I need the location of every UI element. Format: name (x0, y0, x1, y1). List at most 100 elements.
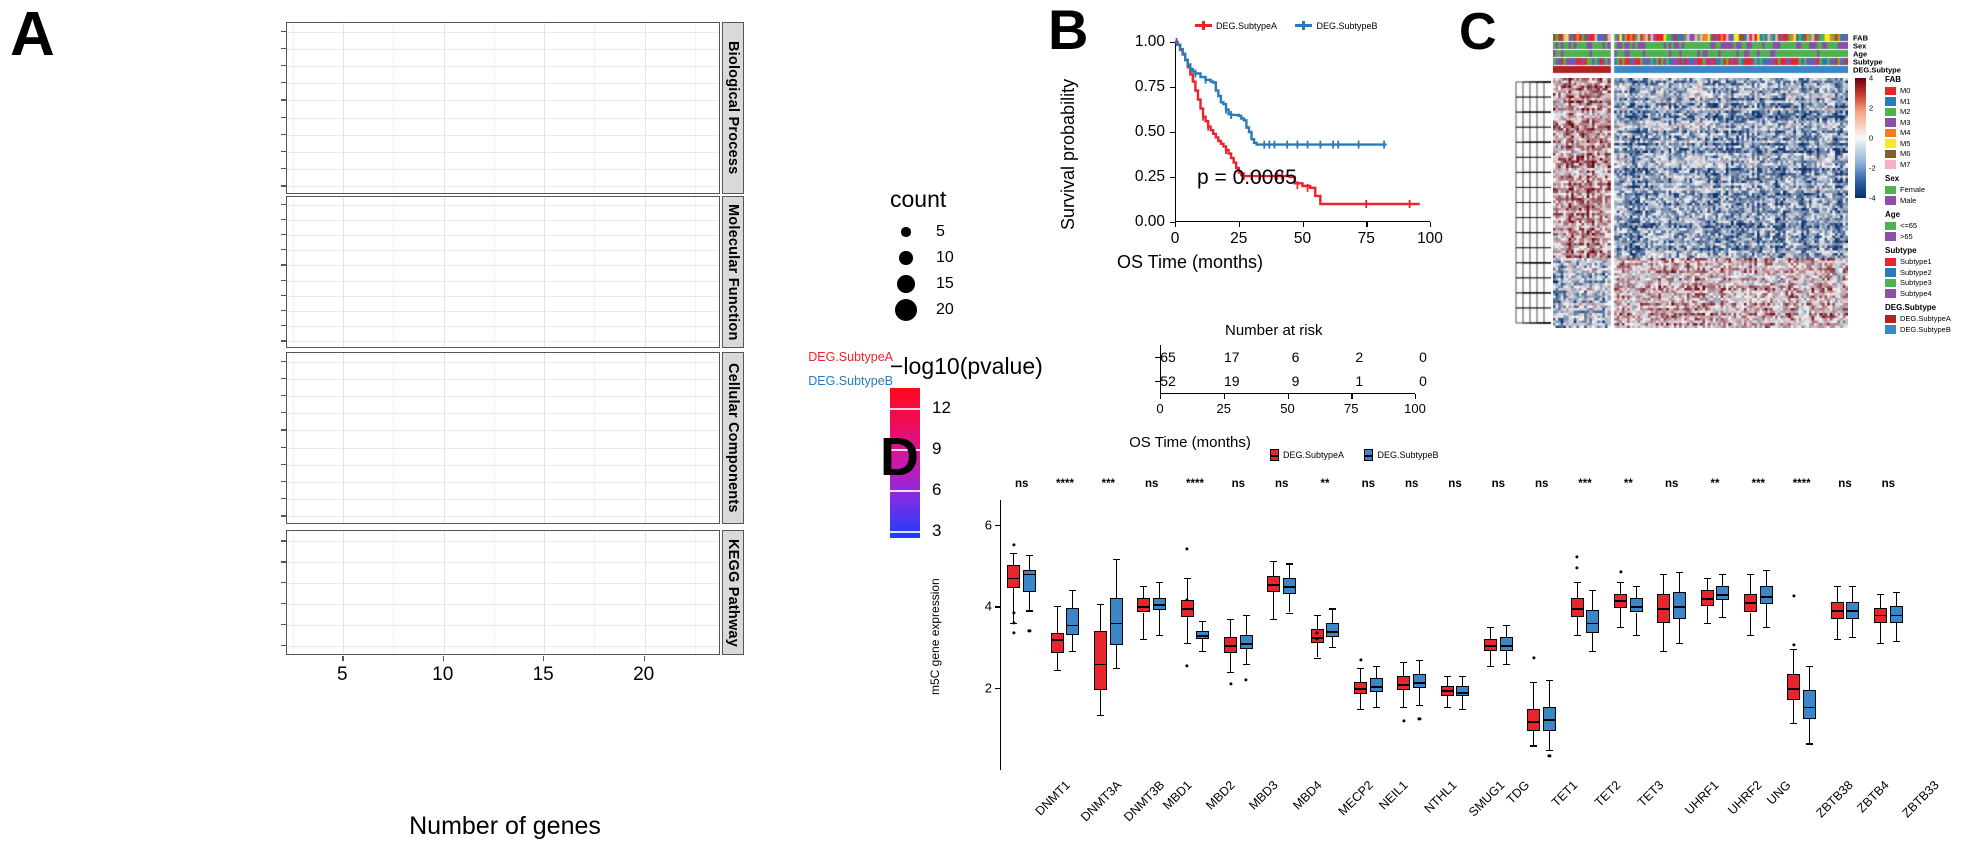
boxplot-median (1787, 688, 1801, 690)
risk-x-tick-label: 0 (1156, 401, 1164, 416)
boxplot-box[interactable] (1759, 585, 1773, 605)
column-annotation-bars (1553, 34, 1848, 74)
boxplot-box[interactable] (1527, 708, 1541, 732)
whisker-upper (1793, 649, 1795, 674)
boxplot-box[interactable] (1397, 675, 1411, 691)
whisker-cap (1313, 614, 1321, 616)
boxplot-box[interactable] (1369, 677, 1383, 693)
km-legend-swatch-a (1195, 21, 1212, 30)
count-legend-label: 10 (936, 249, 954, 266)
risk-cell: 1 (1355, 373, 1364, 389)
x-tick (543, 656, 545, 661)
legend-item: M7 (1885, 160, 1965, 170)
whisker-cap (1877, 643, 1884, 645)
boxplot-box[interactable] (1239, 635, 1253, 650)
boxplot-box[interactable] (1570, 598, 1584, 617)
whisker-cap (1719, 616, 1727, 618)
d-plot-area: 246 ns **** *** ns **** ns ns ** ns ns ns ns ns *** **… (985, 478, 1942, 824)
gridline-vertical (644, 531, 646, 654)
boxplot-box[interactable] (1716, 585, 1730, 601)
whisker-cap (1069, 590, 1077, 592)
legend-swatch (1885, 268, 1896, 277)
significance-mark: ns (1838, 478, 1852, 490)
boxplot-box[interactable] (1109, 598, 1123, 646)
legend-swatch (1885, 86, 1896, 95)
d-legend-label-b: DEG.SubtypeB (1377, 450, 1439, 460)
gridline-horizontal (287, 624, 719, 626)
whisker-cap (1270, 561, 1278, 563)
gridline-horizontal (287, 413, 719, 415)
boxplot-box[interactable] (1050, 632, 1064, 654)
boxplot-box[interactable] (1137, 598, 1151, 613)
boxplot-box[interactable] (1629, 598, 1643, 613)
d-y-tick-label: 6 (984, 517, 992, 533)
risk-x-tick-label: 75 (1344, 401, 1359, 416)
legend-item: DEG.SubtypeB (1885, 325, 1965, 335)
significance-mark: **** (1186, 478, 1204, 490)
legend-swatch (1885, 118, 1896, 127)
whisker-upper (1548, 680, 1551, 707)
panel-c-letter: C (1459, 3, 1497, 61)
boxplot-box[interactable] (1007, 565, 1021, 588)
boxplot-box[interactable] (1499, 637, 1513, 652)
boxplot-box[interactable] (1586, 610, 1600, 633)
whisker-cap (1747, 573, 1754, 575)
boxplot-box[interactable] (1066, 608, 1080, 635)
whisker-cap (1530, 745, 1538, 747)
gene-label: MBD2 (1203, 778, 1238, 813)
facet-strip-label: Molecular Function (722, 196, 744, 348)
whisker-upper (1158, 581, 1161, 599)
boxplot-median (1066, 624, 1080, 627)
gridline-vertical (544, 531, 546, 654)
whisker-cap (1833, 585, 1841, 587)
boxplot-box[interactable] (1787, 673, 1801, 701)
whisker-lower (1765, 604, 1767, 627)
legend-swatch (1885, 278, 1896, 287)
legend-swatch (1885, 257, 1896, 266)
whisker-cap (1112, 667, 1120, 669)
gridline-vertical-minor (493, 531, 495, 654)
risk-cell: 19 (1223, 373, 1240, 389)
boxplot-box[interactable] (1456, 686, 1470, 697)
whisker-upper (1722, 573, 1724, 586)
facet-strip-text: Cellular Components (725, 363, 741, 513)
boxplot-median (1094, 663, 1108, 666)
legend-label: Female (1900, 185, 1926, 195)
boxplot-outlier (1547, 754, 1552, 758)
gridline-horizontal (287, 562, 719, 564)
whisker-lower (1332, 637, 1334, 648)
boxplot-median (1657, 608, 1671, 611)
boxplot-box[interactable] (1672, 592, 1686, 619)
boxplot-box[interactable] (1412, 673, 1426, 689)
whisker-upper (1706, 577, 1708, 590)
whisker-upper (1230, 618, 1232, 638)
facet-strip-label: Biological Process (722, 22, 744, 194)
boxplot-box[interactable] (1802, 690, 1816, 719)
gridline-horizontal (287, 134, 719, 136)
km-x-tick (1430, 222, 1432, 227)
whisker-lower (1403, 690, 1405, 707)
km-y-tick-label: 0.00 (1134, 213, 1165, 230)
whisker-cap (1097, 604, 1104, 606)
boxplot-box[interactable] (1326, 622, 1340, 638)
legend-item: M5 (1885, 139, 1965, 149)
km-curve (1175, 40, 1387, 146)
significance-mark: ns (1361, 478, 1376, 490)
gridline-vertical (343, 531, 345, 654)
whisker-cap (1632, 585, 1640, 587)
whisker-cap (1459, 675, 1467, 677)
boxplot-outlier (1027, 629, 1032, 633)
legend-item: M2 (1885, 107, 1965, 117)
whisker-upper (1836, 585, 1838, 603)
legend-item: Subtype1 (1885, 257, 1965, 267)
km-legend-swatch-b (1295, 21, 1313, 30)
risk-cell: 17 (1223, 349, 1240, 365)
significance-mark: ** (1710, 478, 1720, 490)
boxplot-median (1629, 606, 1643, 609)
whisker-cap (1762, 569, 1770, 571)
boxplot-box[interactable] (1094, 630, 1108, 691)
gridline-horizontal (287, 311, 719, 312)
km-curves (1175, 38, 1420, 208)
legend-item: Subtype4 (1885, 289, 1965, 299)
whisker-lower (1143, 612, 1145, 640)
